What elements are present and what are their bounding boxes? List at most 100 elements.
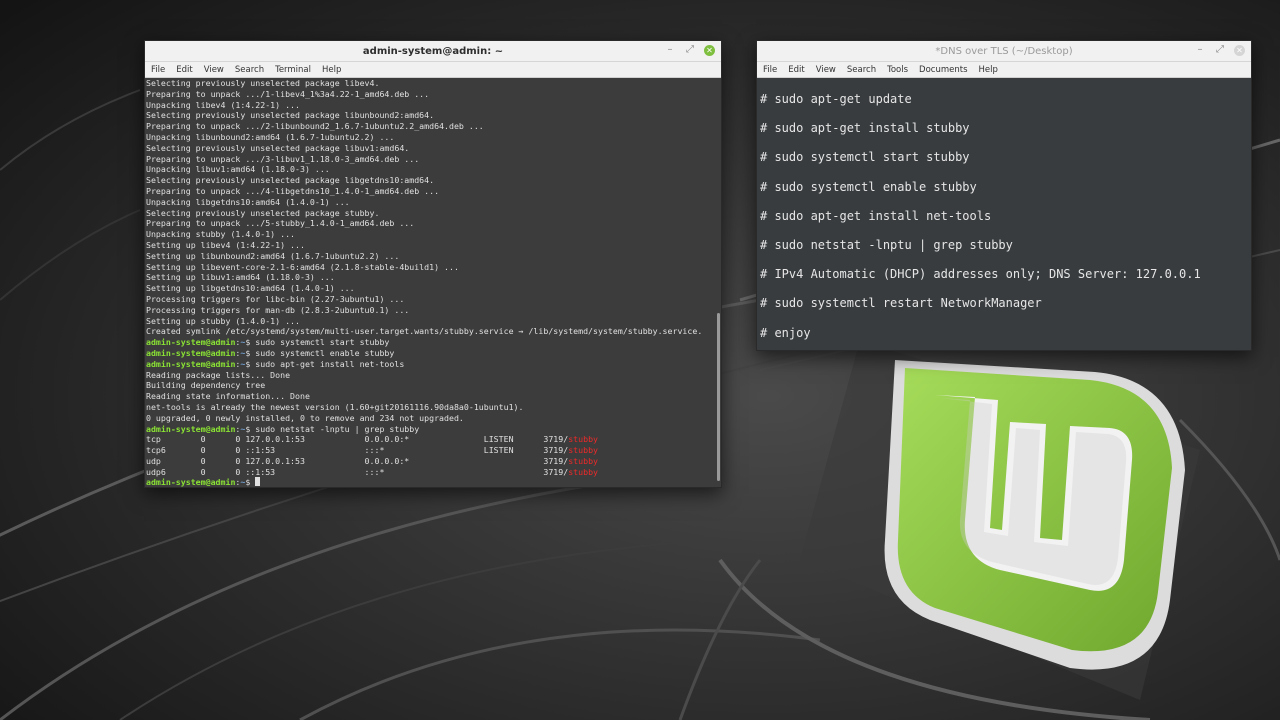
terminal-line: tcp 0 0 127.0.0.1:53 0.0.0.0:* LISTEN 37… — [146, 434, 721, 445]
terminal-window[interactable]: admin-system@admin: ~ – ⤢ ✕ File Edit View… — [144, 40, 722, 488]
output-text: Reading package lists... Done — [146, 369, 291, 380]
menu-view[interactable]: View — [816, 65, 836, 75]
netstat-row-text: tcp 0 0 127.0.0.1:53 0.0.0.0:* LISTEN 37… — [146, 434, 569, 445]
editor-line[interactable]: # sudo apt-get update — [760, 85, 1251, 114]
editor-title: *DNS over TLS (~/Desktop) — [935, 45, 1073, 57]
terminal-line: Setting up libuv1:amd64 (1.18.0-3) ... — [146, 272, 721, 283]
terminal-line: Setting up libev4 (1:4.22-1) ... — [146, 240, 721, 251]
editor-line[interactable]: # IPv4 Automatic (DHCP) addresses only; … — [760, 260, 1251, 289]
netstat-row-text: udp6 0 0 ::1:53 :::* 3719/ — [146, 466, 569, 477]
editor-line[interactable]: # sudo apt-get install net-tools — [760, 202, 1251, 231]
maximize-icon[interactable]: ⤢ — [684, 44, 696, 56]
output-text: Reading state information... Done — [146, 391, 310, 402]
terminal-line: tcp6 0 0 ::1:53 :::* LISTEN 3719/stubby — [146, 445, 721, 456]
terminal-menubar: File Edit View Search Terminal Help — [145, 62, 721, 78]
terminal-line: Preparing to unpack .../3-libuv1_1.18.0-… — [146, 154, 721, 165]
output-text: Unpacking libgetdns10:amd64 (1.4.0-1) ..… — [146, 196, 350, 207]
output-text: Selecting previously unselected package … — [146, 78, 380, 88]
terminal-line: Preparing to unpack .../1-libev4_1%3a4.2… — [146, 89, 721, 100]
menu-view[interactable]: View — [204, 65, 224, 75]
editor-line[interactable]: # sudo apt-get install stubby — [760, 114, 1251, 143]
close-icon[interactable]: ✕ — [704, 44, 715, 56]
editor-line[interactable]: # enjoy — [760, 319, 1251, 348]
output-text: Unpacking libuv1:amd64 (1.18.0-3) ... — [146, 164, 330, 175]
terminal-line: Reading state information... Done — [146, 391, 721, 402]
output-text: Preparing to unpack .../3-libuv1_1.18.0-… — [146, 153, 420, 164]
terminal-line: Selecting previously unselected package … — [146, 143, 721, 154]
output-text: 0 upgraded, 0 newly installed, 0 to remo… — [146, 412, 464, 423]
terminal-line: Created symlink /etc/systemd/system/mult… — [146, 326, 721, 337]
menu-terminal[interactable]: Terminal — [275, 65, 311, 75]
menu-file[interactable]: File — [151, 65, 165, 75]
terminal-line: Selecting previously unselected package … — [146, 110, 721, 121]
command-text: sudo systemctl enable stubby — [255, 347, 395, 358]
output-text: Preparing to unpack .../1-libev4_1%3a4.2… — [146, 88, 430, 99]
terminal-line: admin-system@admin:~$ sudo systemctl sta… — [146, 337, 721, 348]
output-text: Unpacking libev4 (1:4.22-1) ... — [146, 99, 300, 110]
output-text: Created symlink /etc/systemd/system/mult… — [146, 326, 703, 337]
terminal-line: Unpacking libunbound2:amd64 (1.6.7-1ubun… — [146, 132, 721, 143]
output-text: Selecting previously unselected package … — [146, 175, 435, 186]
terminal-scrollbar[interactable] — [717, 313, 720, 481]
output-text: Setting up libuv1:amd64 (1.18.0-3) ... — [146, 272, 335, 283]
terminal-line: Reading package lists... Done — [146, 370, 721, 381]
terminal-line: Processing triggers for libc-bin (2.27-3… — [146, 294, 721, 305]
output-text: Setting up libgetdns10:amd64 (1.4.0-1) .… — [146, 283, 355, 294]
terminal-line: Unpacking stubby (1.4.0-1) ... — [146, 229, 721, 240]
output-text: Preparing to unpack .../4-libgetdns10_1.… — [146, 185, 440, 196]
minimize-icon[interactable]: – — [1194, 44, 1206, 56]
terminal-titlebar[interactable]: admin-system@admin: ~ – ⤢ ✕ — [145, 41, 721, 62]
menu-tools[interactable]: Tools — [887, 65, 908, 75]
terminal-line: Building dependency tree — [146, 380, 721, 391]
terminal-line: Selecting previously unselected package … — [146, 175, 721, 186]
menu-file[interactable]: File — [763, 65, 777, 75]
terminal-line: admin-system@admin:~$ sudo netstat -lnpt… — [146, 424, 721, 435]
terminal-line: Unpacking libuv1:amd64 (1.18.0-3) ... — [146, 164, 721, 175]
terminal-line: Preparing to unpack .../4-libgetdns10_1.… — [146, 186, 721, 197]
menu-help[interactable]: Help — [979, 65, 998, 75]
editor-line[interactable]: # sudo systemctl start stubby — [760, 143, 1251, 172]
editor-titlebar[interactable]: *DNS over TLS (~/Desktop) – ⤢ ✕ — [757, 41, 1251, 62]
command-text: sudo apt-get install net-tools — [255, 358, 405, 369]
menu-search[interactable]: Search — [235, 65, 264, 75]
terminal-line: Preparing to unpack .../5-stubby_1.4.0-1… — [146, 218, 721, 229]
command-text: sudo netstat -lnptu | grep stubby — [255, 423, 420, 434]
terminal-output[interactable]: Selecting previously unselected package … — [145, 78, 721, 487]
prompt-user: admin-system@admin — [146, 358, 236, 369]
terminal-line: Selecting previously unselected package … — [146, 78, 721, 89]
menu-search[interactable]: Search — [847, 65, 876, 75]
terminal-line: Unpacking libgetdns10:amd64 (1.4.0-1) ..… — [146, 197, 721, 208]
text-editor-window[interactable]: *DNS over TLS (~/Desktop) – ⤢ ✕ File Edit… — [756, 40, 1252, 351]
netstat-process-highlight: stubby — [568, 466, 599, 477]
prompt-user: admin-system@admin — [146, 337, 236, 348]
output-text: Building dependency tree — [146, 380, 266, 391]
menu-edit[interactable]: Edit — [788, 65, 804, 75]
output-text: Setting up stubby (1.4.0-1) ... — [146, 315, 300, 326]
menu-edit[interactable]: Edit — [176, 65, 192, 75]
terminal-line: Processing triggers for man-db (2.8.3-2u… — [146, 305, 721, 316]
output-text: Processing triggers for libc-bin (2.27-3… — [146, 293, 405, 304]
minimize-icon[interactable]: – — [664, 44, 676, 56]
terminal-line: Setting up stubby (1.4.0-1) ... — [146, 316, 721, 327]
prompt-user: admin-system@admin — [146, 423, 236, 434]
maximize-icon[interactable]: ⤢ — [1214, 44, 1226, 56]
output-text: Unpacking libunbound2:amd64 (1.6.7-1ubun… — [146, 131, 395, 142]
terminal-line: Setting up libevent-core-2.1-6:amd64 (2.… — [146, 262, 721, 273]
close-icon[interactable]: ✕ — [1234, 44, 1245, 56]
prompt-user: admin-system@admin — [146, 477, 236, 487]
editor-text-area[interactable]: # sudo apt-get update # sudo apt-get inst… — [757, 78, 1251, 350]
menu-documents[interactable]: Documents — [919, 65, 967, 75]
terminal-line: Unpacking libev4 (1:4.22-1) ... — [146, 100, 721, 111]
output-text: Setting up libevent-core-2.1-6:amd64 (2.… — [146, 261, 459, 272]
netstat-row-text: udp 0 0 127.0.0.1:53 0.0.0.0:* 3719/ — [146, 455, 569, 466]
editor-line[interactable]: # sudo systemctl enable stubby — [760, 173, 1251, 202]
netstat-process-highlight: stubby — [568, 434, 599, 445]
editor-line[interactable]: # sudo netstat -lnptu | grep stubby — [760, 231, 1251, 260]
netstat-process-highlight: stubby — [568, 455, 599, 466]
output-text: Selecting previously unselected package … — [146, 110, 435, 121]
editor-line[interactable]: # sudo systemctl restart NetworkManager — [760, 289, 1251, 318]
terminal-line: admin-system@admin:~$ sudo apt-get insta… — [146, 359, 721, 370]
menu-help[interactable]: Help — [322, 65, 341, 75]
terminal-line: Preparing to unpack .../2-libunbound2_1.… — [146, 121, 721, 132]
prompt-user: admin-system@admin — [146, 347, 236, 358]
